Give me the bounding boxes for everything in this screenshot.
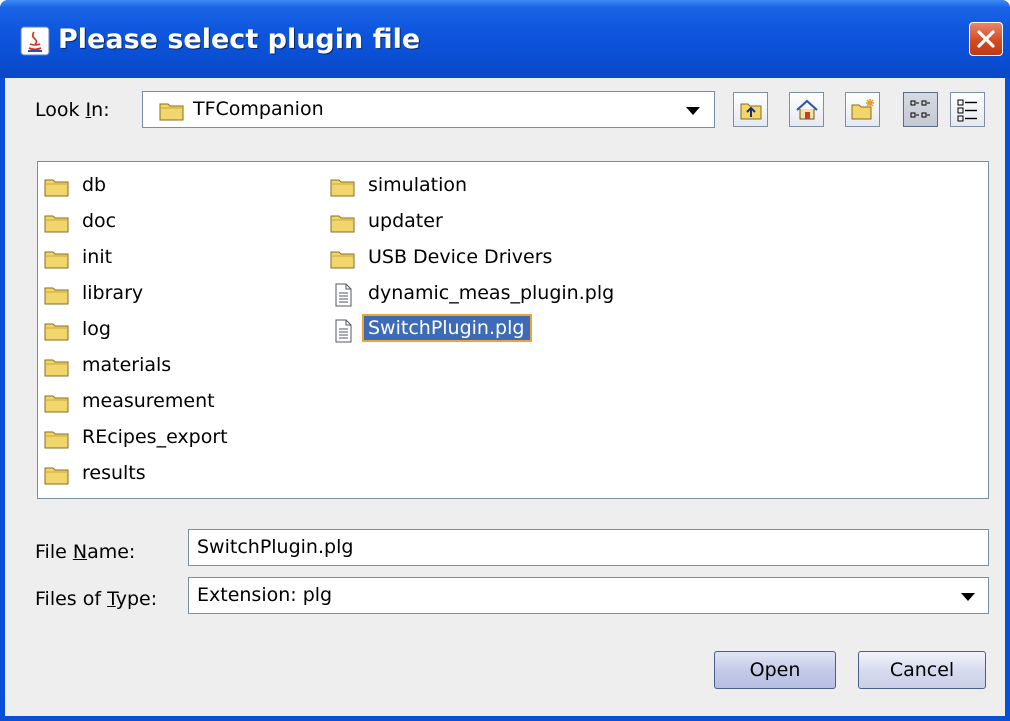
- files-of-type-label: Files of Type:: [35, 588, 158, 610]
- folder-icon: [330, 211, 356, 235]
- file-name-input[interactable]: [197, 534, 977, 560]
- file-item-label: updater: [368, 210, 443, 232]
- details-view-icon: [957, 99, 977, 122]
- up-folder-icon: [740, 103, 762, 120]
- document-icon: [330, 283, 356, 307]
- list-view-icon: [910, 100, 930, 118]
- details-view-button[interactable]: [950, 92, 985, 127]
- folder-icon: [44, 211, 70, 235]
- document-icon: [330, 319, 356, 343]
- file-item-label: db: [82, 174, 107, 196]
- file-list[interactable]: db doc init library log materials measurement R…: [37, 161, 989, 499]
- file-item-label: library: [82, 282, 144, 304]
- window-title: Please select plugin file: [58, 24, 421, 55]
- folder-icon: [44, 247, 70, 271]
- folder-icon: [44, 427, 70, 451]
- folder-icon: [330, 247, 356, 271]
- chevron-down-icon[interactable]: [686, 107, 700, 115]
- cancel-button[interactable]: Cancel: [858, 651, 986, 689]
- file-item-label: results: [82, 462, 146, 484]
- files-of-type-value: Extension: plg: [197, 584, 333, 606]
- file-item-label: init: [82, 246, 113, 268]
- file-name-label: File Name:: [35, 541, 136, 563]
- new-folder-icon: [851, 99, 874, 120]
- open-button[interactable]: Open: [714, 651, 836, 689]
- folder-icon: [44, 391, 70, 415]
- file-item-label: materials: [82, 354, 172, 376]
- file-name-field[interactable]: [188, 529, 989, 566]
- file-item-label: REcipes_export: [82, 426, 228, 448]
- folder-icon: [44, 463, 70, 487]
- folder-icon: [44, 175, 70, 199]
- dialog-body: Look In: TFCompanion db doc init library…: [5, 78, 1005, 716]
- java-app-icon: [20, 26, 50, 56]
- folder-icon: [44, 319, 70, 343]
- files-of-type-combo[interactable]: Extension: plg: [188, 577, 989, 614]
- folder-icon: [44, 355, 70, 379]
- title-bar[interactable]: Please select plugin file: [0, 0, 1010, 78]
- close-icon: [977, 30, 995, 48]
- folder-icon: [159, 103, 184, 121]
- home-button[interactable]: [789, 92, 824, 127]
- file-item-label: SwitchPlugin.plg: [361, 314, 533, 342]
- folder-icon: [330, 175, 356, 199]
- file-item-label: dynamic_meas_plugin.plg: [368, 282, 615, 304]
- close-button[interactable]: [969, 22, 1003, 56]
- file-item-label: doc: [82, 210, 117, 232]
- look-in-value: TFCompanion: [193, 98, 324, 120]
- list-view-button[interactable]: [903, 92, 938, 127]
- file-item-label: log: [82, 318, 111, 340]
- new-folder-button[interactable]: [845, 92, 880, 127]
- chevron-down-icon[interactable]: [961, 593, 975, 601]
- file-item-label: simulation: [368, 174, 468, 196]
- up-one-level-button[interactable]: [733, 92, 768, 127]
- home-icon: [796, 99, 818, 120]
- folder-icon: [44, 283, 70, 307]
- look-in-combo[interactable]: TFCompanion: [142, 91, 715, 128]
- file-item-label: USB Device Drivers: [368, 246, 553, 268]
- dialog-window: Please select plugin file Look In: TFCom…: [0, 0, 1010, 721]
- file-item-label: measurement: [82, 390, 215, 412]
- look-in-label: Look In:: [35, 99, 110, 121]
